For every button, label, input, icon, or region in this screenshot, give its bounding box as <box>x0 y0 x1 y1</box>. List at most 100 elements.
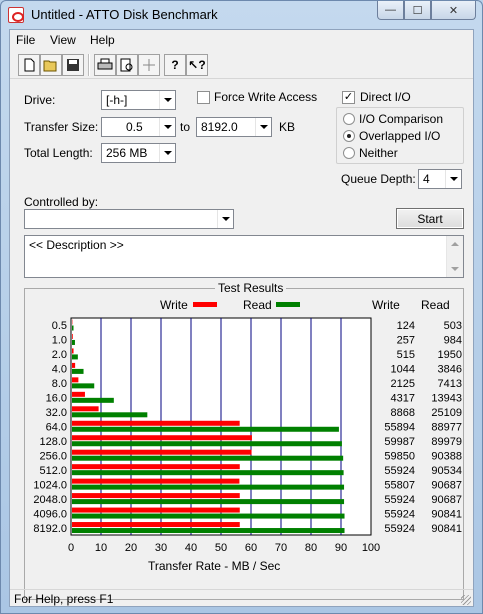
menu-view[interactable]: View <box>50 33 76 47</box>
menu-file[interactable]: File <box>16 33 35 47</box>
queue-depth-label: Queue Depth: <box>341 172 416 186</box>
write-bar <box>72 406 99 412</box>
transfer-size-label: Transfer Size: <box>24 120 99 134</box>
write-bar <box>72 507 240 513</box>
y-tick-label: 1.0 <box>52 335 67 347</box>
total-length-select[interactable]: 256 MB <box>101 143 176 163</box>
write-value-label: 55924 <box>384 465 415 477</box>
drive-label: Drive: <box>24 93 56 107</box>
write-value-label: 55894 <box>384 422 415 434</box>
description-textarea[interactable]: << Description >> <box>24 235 464 278</box>
y-tick-label: 512.0 <box>39 465 67 477</box>
results-chart: 0 10 20 30 40 50 60 70 80 90 100 0.5 124 503 1.0 257 984… <box>33 317 462 554</box>
save-button[interactable] <box>62 54 84 76</box>
io-comparison-radio[interactable] <box>343 113 355 125</box>
x-tick-label: 50 <box>215 542 227 554</box>
read-legend-swatch <box>276 302 300 307</box>
context-help-button[interactable]: ↖? <box>186 54 208 76</box>
read-bar <box>72 426 339 432</box>
write-value-label: 59987 <box>384 436 415 448</box>
write-value-label: 55924 <box>384 494 415 506</box>
write-value-label: 2125 <box>391 378 415 390</box>
toolbar: ? ↖? <box>10 51 473 79</box>
direct-io-checkbox[interactable]: ✓ <box>342 91 355 104</box>
read-bar <box>72 325 74 331</box>
x-axis-label: Transfer Rate - MB / Sec <box>148 559 281 573</box>
move-button[interactable] <box>138 54 160 76</box>
read-value-label: 7413 <box>438 378 462 390</box>
help-icon: ? <box>171 58 179 72</box>
chart-layer: 0 10 20 30 40 50 60 70 80 90 100 0.5 124 503 1.0 257 984… <box>33 317 462 554</box>
neither-radio[interactable] <box>343 147 355 159</box>
client-area: File View Help ? ↖? Drive: [-h-] Force W… <box>9 29 474 607</box>
open-button[interactable] <box>40 54 62 76</box>
read-value-label: 90687 <box>431 494 462 506</box>
write-bar <box>72 391 85 397</box>
read-bar <box>72 339 75 345</box>
help-button[interactable]: ? <box>164 54 186 76</box>
maximize-button[interactable]: ☐ <box>404 1 431 20</box>
y-tick-label: 8.0 <box>52 378 67 390</box>
write-value-label: 8868 <box>391 407 415 419</box>
description-scrollbar[interactable] <box>446 236 463 277</box>
write-bar <box>72 377 79 383</box>
atto-app-icon <box>8 7 24 23</box>
read-bar <box>72 513 345 519</box>
close-icon: ✕ <box>448 4 459 17</box>
kb-label: KB <box>279 120 296 134</box>
title-bar[interactable]: Untitled - ATTO Disk Benchmark — ☐ ✕ <box>1 1 482 29</box>
force-write-checkbox[interactable] <box>197 91 210 104</box>
minimize-button[interactable]: — <box>377 1 404 20</box>
read-value-label: 88977 <box>431 422 462 434</box>
y-tick-label: 128.0 <box>39 436 67 448</box>
controlled-by-label: Controlled by: <box>24 195 99 209</box>
print-preview-icon <box>120 58 133 72</box>
write-bar <box>72 464 240 470</box>
new-button[interactable] <box>18 54 40 76</box>
transfer-size-to-select[interactable]: 8192.0 <box>196 117 272 137</box>
neither-label: Neither <box>359 146 398 160</box>
transfer-size-from-select[interactable]: 0.5 <box>101 117 176 137</box>
scroll-down-icon <box>451 267 459 271</box>
context-help-icon: ↖? <box>188 58 206 72</box>
write-bar <box>72 493 240 499</box>
print-button[interactable] <box>94 54 116 76</box>
queue-depth-select[interactable]: 4 <box>418 169 462 189</box>
write-value-label: 4317 <box>391 393 415 405</box>
write-bar <box>72 435 252 441</box>
menu-bar: File View Help <box>10 30 473 50</box>
transfer-from-value: 0.5 <box>126 120 143 134</box>
controlled-by-select[interactable] <box>24 209 234 229</box>
write-value-label: 55924 <box>384 508 415 520</box>
chevron-down-icon <box>217 210 233 228</box>
maximize-icon: ☐ <box>412 4 423 17</box>
write-bar <box>72 362 76 368</box>
read-bar <box>72 383 95 389</box>
y-tick-label: 4.0 <box>52 364 67 376</box>
y-tick-label: 2048.0 <box>33 494 67 506</box>
queue-depth-value: 4 <box>423 172 430 186</box>
write-value-label: 1044 <box>391 364 415 376</box>
drive-select[interactable]: [-h-] <box>101 90 176 110</box>
menu-help[interactable]: Help <box>90 33 115 47</box>
total-length-label: Total Length: <box>24 146 93 160</box>
save-icon <box>67 59 79 71</box>
move-icon <box>143 59 155 71</box>
chevron-down-icon <box>159 118 175 136</box>
resize-grip-icon[interactable] <box>461 595 471 605</box>
x-tick-label: 60 <box>245 542 257 554</box>
overlapped-io-radio[interactable] <box>343 130 355 142</box>
read-value-label: 90841 <box>431 523 462 535</box>
new-icon <box>24 58 35 72</box>
y-tick-label: 1024.0 <box>33 479 67 491</box>
print-preview-button[interactable] <box>116 54 138 76</box>
y-tick-label: 8192.0 <box>33 523 67 535</box>
close-button[interactable]: ✕ <box>431 1 476 20</box>
start-button[interactable]: Start <box>396 208 464 229</box>
chevron-down-icon <box>255 118 271 136</box>
read-bar <box>72 368 84 374</box>
x-tick-label: 10 <box>95 542 107 554</box>
write-value-label: 59850 <box>384 450 415 462</box>
read-column-header: Read <box>421 298 450 312</box>
y-tick-label: 32.0 <box>46 407 67 419</box>
